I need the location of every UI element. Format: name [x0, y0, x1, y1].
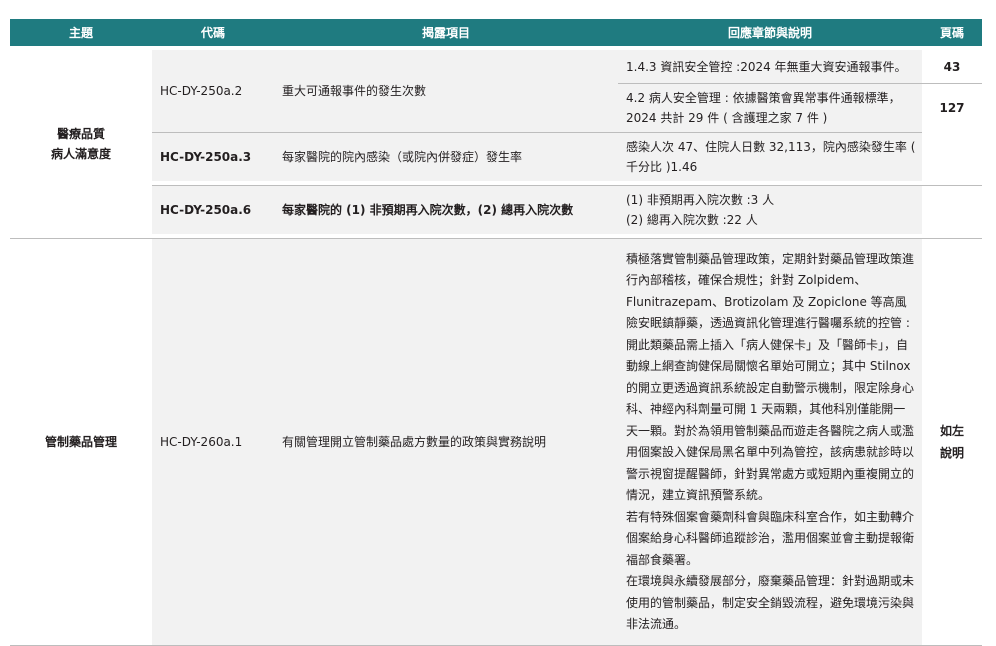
response-cell: 感染人次 47、住院人日數 32,113，院內感染發生率 ( 千分比 )1.46 — [618, 132, 922, 181]
header-topic: 主題 — [10, 19, 152, 46]
topic-quality-satisfaction: 醫療品質 病人滿意度 — [50, 127, 111, 161]
response-line: (1) 非預期再入院次數 :3 人 — [626, 193, 775, 207]
page-cell: 43 — [943, 59, 961, 74]
table-header-row: 主題 代碼 揭露項目 回應章節與說明 頁碼 — [10, 19, 982, 46]
response-line: (2) 總再入院次數 :22 人 — [626, 213, 758, 227]
page-cell — [922, 186, 982, 234]
response-paragraph: 在環境與永續發展部分，廢棄藥品管理：針對過期或未使用的管制藥品，制定安全銷毀流程… — [626, 574, 915, 631]
header-response: 回應章節與說明 — [618, 19, 922, 46]
response-cell: 積極落實管制藥品管理政策，定期針對藥品管理政策進行內部稽核，確保合規性；針對 Z… — [618, 238, 922, 646]
disclosure-table-container: 主題 代碼 揭露項目 回應章節與說明 頁碼 醫療品質 病人滿意度 HC-DY-2… — [10, 19, 982, 646]
response-paragraph: 積極落實管制藥品管理政策，定期針對藥品管理政策進行內部稽核，確保合規性；針對 Z… — [626, 251, 915, 503]
header-code: 代碼 — [152, 19, 274, 46]
code-cell: HC-DY-250a.2 — [152, 50, 274, 132]
header-page: 頁碼 — [922, 19, 982, 46]
table-row: 管制藥品管理 HC-DY-260a.1 有關管理開立管制藥品處方數量的政策與實務… — [10, 238, 982, 646]
item-cell: 重大可通報事件的發生次數 — [274, 50, 618, 132]
page-cell — [922, 132, 982, 181]
response-cell: (1) 非預期再入院次數 :3 人 (2) 總再入院次數 :22 人 — [618, 186, 922, 234]
page-cell: 127 — [922, 83, 982, 132]
response-cell: 1.4.3 資訊安全管控 :2024 年無重大資安通報事件。 — [618, 50, 922, 83]
table-row: HC-DY-250a.6 每家醫院的 (1) 非預期再入院次數，(2) 總再入院… — [10, 186, 982, 234]
item-cell: 每家醫院的 (1) 非預期再入院次數，(2) 總再入院次數 — [274, 186, 618, 234]
table-row: 醫療品質 病人滿意度 HC-DY-250a.2 重大可通報事件的發生次數 1.4… — [10, 50, 982, 161]
response-cell: 4.2 病人安全管理 : 依據醫策會異常事件通報標準，2024 共計 29 件 … — [618, 83, 922, 132]
table-row: HC-DY-250a.3 每家醫院的院內感染（或院內併發症）發生率 感染人次 4… — [10, 132, 982, 181]
header-item: 揭露項目 — [274, 19, 618, 46]
response-paragraph: 若有特殊個案會藥劑科會與臨床科室合作，如主動轉介個案給身心科醫師追蹤診治，濫用個… — [626, 509, 915, 567]
topic-controlled-drugs: 管制藥品管理 — [10, 238, 152, 646]
disclosure-table: 主題 代碼 揭露項目 回應章節與說明 頁碼 醫療品質 病人滿意度 HC-DY-2… — [10, 19, 982, 646]
code-cell: HC-DY-250a.6 — [152, 186, 274, 234]
code-cell: HC-DY-260a.1 — [152, 238, 274, 646]
code-cell: HC-DY-250a.3 — [152, 132, 274, 181]
page-cell: 如左 說明 — [922, 238, 982, 646]
item-cell: 每家醫院的院內感染（或院內併發症）發生率 — [274, 132, 618, 181]
item-cell: 有關管理開立管制藥品處方數量的政策與實務說明 — [274, 238, 618, 646]
